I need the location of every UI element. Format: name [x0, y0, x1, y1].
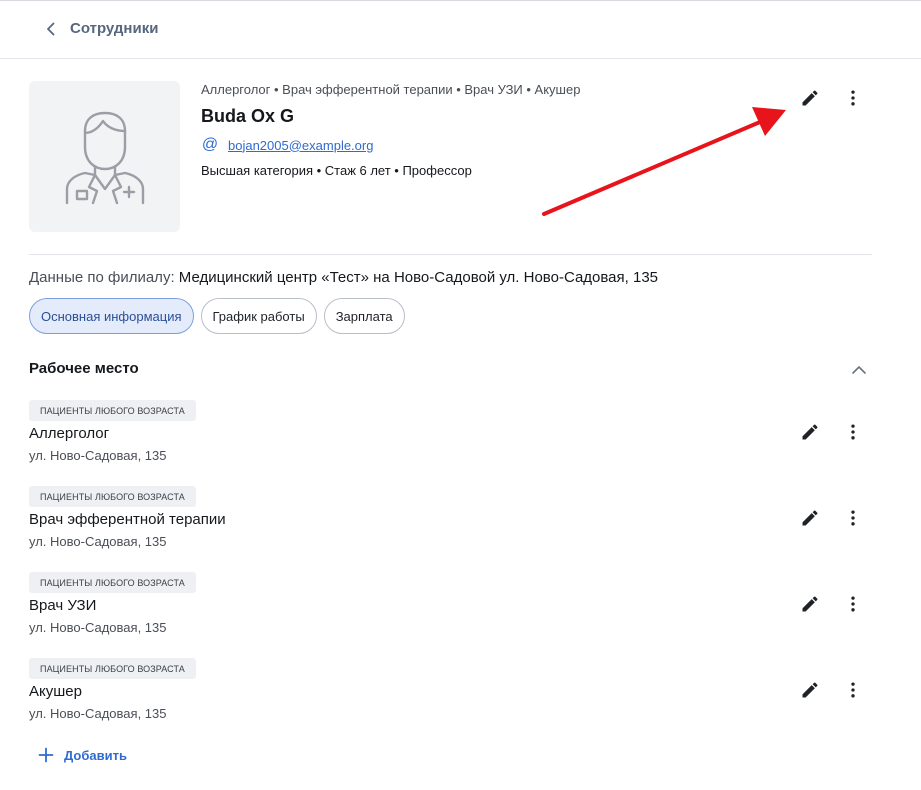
workplace-title: Врач УЗИ — [29, 597, 97, 614]
email-row: @ bojan2005@example.org — [201, 136, 374, 154]
back-link-label: Сотрудники — [70, 20, 159, 37]
branch-value: Медицинский центр «Тест» на Ново-Садовой… — [178, 269, 659, 286]
top-bar: Сотрудники — [0, 0, 921, 59]
edit-workplace-button[interactable] — [796, 676, 824, 704]
workplace-item: ПАЦИЕНТЫ ЛЮБОГО ВОЗРАСТА Аллерголог ул. … — [29, 400, 889, 470]
pencil-icon — [802, 424, 818, 440]
workplace-more-button[interactable] — [839, 676, 867, 704]
more-vertical-icon — [851, 90, 855, 106]
section-divider — [29, 254, 872, 255]
workplace-address: ул. Ново-Садовая, 135 — [29, 448, 167, 463]
pencil-icon — [802, 682, 818, 698]
chevron-up-icon[interactable] — [848, 359, 870, 381]
add-workplace-button[interactable]: Добавить — [38, 747, 127, 763]
workplace-item: ПАЦИЕНТЫ ЛЮБОГО ВОЗРАСТА Врач эфферентно… — [29, 486, 889, 556]
tab-bar: Основная информация График работы Зарпла… — [29, 298, 405, 334]
edit-profile-button[interactable] — [796, 84, 824, 112]
edit-workplace-button[interactable] — [796, 418, 824, 446]
employee-meta: Высшая категория • Стаж 6 лет • Профессо… — [201, 163, 472, 178]
doctor-avatar-icon — [65, 111, 144, 204]
pencil-icon — [802, 596, 818, 612]
workplace-section-title: Рабочее место — [29, 360, 139, 377]
more-vertical-icon — [851, 510, 855, 526]
workplace-address: ул. Ново-Садовая, 135 — [29, 620, 167, 635]
plus-icon — [38, 747, 54, 763]
workplace-address: ул. Ново-Садовая, 135 — [29, 706, 167, 721]
more-vertical-icon — [851, 424, 855, 440]
profile-more-button[interactable] — [839, 84, 867, 112]
avatar — [29, 81, 180, 232]
workplace-title: Врач эфферентной терапии — [29, 511, 226, 528]
workplace-badge: ПАЦИЕНТЫ ЛЮБОГО ВОЗРАСТА — [29, 400, 196, 421]
workplace-item: ПАЦИЕНТЫ ЛЮБОГО ВОЗРАСТА Врач УЗИ ул. Но… — [29, 572, 889, 642]
at-sign-icon: @ — [201, 136, 219, 153]
workplace-badge: ПАЦИЕНТЫ ЛЮБОГО ВОЗРАСТА — [29, 572, 196, 593]
email-link[interactable]: bojan2005@example.org — [228, 138, 373, 153]
workplace-item: ПАЦИЕНТЫ ЛЮБОГО ВОЗРАСТА Акушер ул. Ново… — [29, 658, 889, 728]
workplace-more-button[interactable] — [839, 590, 867, 618]
branch-label: Данные по филиалу: — [29, 269, 175, 286]
more-vertical-icon — [851, 682, 855, 698]
workplace-more-button[interactable] — [839, 418, 867, 446]
chevron-left-icon — [47, 22, 55, 35]
workplace-badge: ПАЦИЕНТЫ ЛЮБОГО ВОЗРАСТА — [29, 486, 196, 507]
tab-schedule[interactable]: График работы — [200, 298, 317, 334]
workplace-more-button[interactable] — [839, 504, 867, 532]
pencil-icon — [802, 510, 818, 526]
workplace-badge: ПАЦИЕНТЫ ЛЮБОГО ВОЗРАСТА — [29, 658, 196, 679]
workplace-title: Акушер — [29, 683, 82, 700]
edit-workplace-button[interactable] — [796, 504, 824, 532]
add-workplace-label: Добавить — [64, 747, 127, 763]
tab-salary[interactable]: Зарплата — [323, 298, 405, 334]
branch-info: Данные по филиалу: Медицинский центр «Те… — [29, 269, 658, 286]
workplace-title: Аллерголог — [29, 425, 110, 442]
tab-main-info[interactable]: Основная информация — [29, 298, 194, 334]
back-link[interactable]: Сотрудники — [44, 20, 158, 37]
employee-name: Buda Ox G — [201, 106, 295, 126]
workplace-address: ул. Ново-Садовая, 135 — [29, 534, 167, 549]
pencil-icon — [802, 90, 818, 106]
more-vertical-icon — [851, 596, 855, 612]
specialties-line: Аллерголог • Врач эфферентной терапии • … — [201, 82, 581, 97]
edit-workplace-button[interactable] — [796, 590, 824, 618]
